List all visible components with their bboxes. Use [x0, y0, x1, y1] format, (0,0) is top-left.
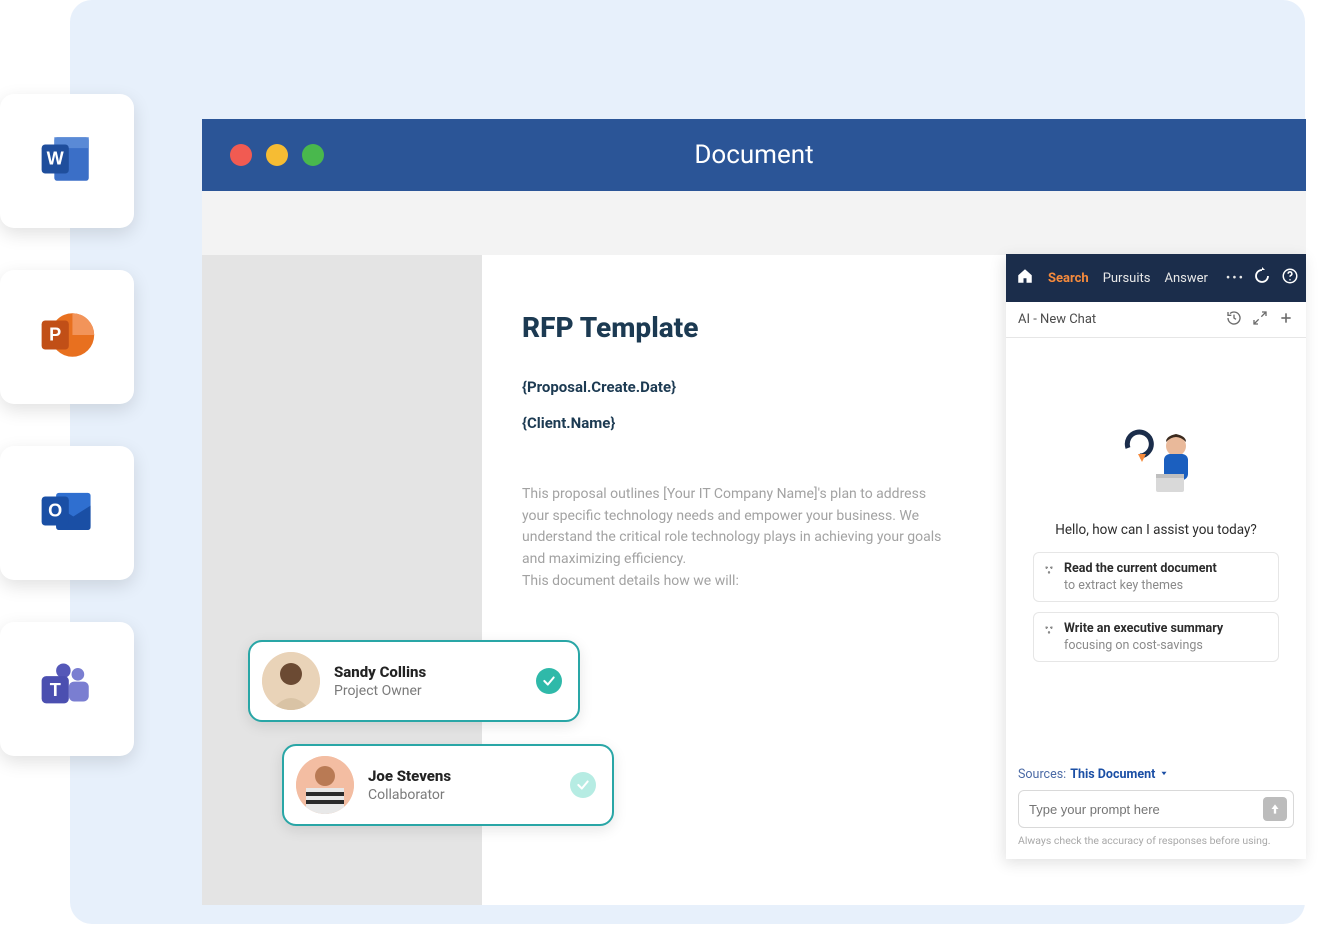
sources-label: Sources: — [1018, 767, 1066, 782]
teams-app-card[interactable]: T — [0, 622, 134, 756]
tab-answer[interactable]: Answer — [1164, 271, 1207, 286]
teams-icon: T — [38, 658, 96, 720]
prompt-input[interactable] — [1029, 802, 1263, 817]
ai-topbar: Search Pursuits Answer ••• — [1006, 254, 1306, 302]
check-icon — [536, 668, 562, 694]
check-icon — [570, 772, 596, 798]
collaborator-chip-collaborator[interactable]: Joe Stevens Collaborator — [282, 744, 614, 826]
word-icon: W — [38, 130, 96, 192]
collaborator-name: Sandy Collins — [334, 663, 522, 681]
help-icon[interactable] — [1281, 267, 1299, 289]
suggestion-sub: to extract key themes — [1064, 578, 1268, 593]
body-text: This proposal outlines [Your IT Company … — [522, 484, 942, 592]
ai-side-panel: Search Pursuits Answer ••• AI - New Chat — [1006, 254, 1306, 859]
refresh-icon[interactable] — [1253, 267, 1271, 289]
assistant-illustration — [1116, 428, 1196, 504]
tab-pursuits[interactable]: Pursuits — [1103, 271, 1151, 286]
window-title: Document — [202, 140, 1306, 170]
suggestion-read-document[interactable]: Read the current document to extract key… — [1033, 552, 1279, 602]
expand-icon[interactable] — [1252, 310, 1268, 330]
ai-disclaimer: Always check the accuracy of responses b… — [1018, 834, 1294, 847]
send-button[interactable] — [1263, 797, 1287, 821]
suggestion-title: Read the current document — [1064, 561, 1268, 576]
sources-value: This Document — [1070, 767, 1155, 782]
svg-text:P: P — [49, 324, 61, 344]
chevron-down-icon — [1159, 767, 1169, 782]
suggestion-exec-summary[interactable]: Write an executive summary focusing on c… — [1033, 612, 1279, 662]
template-field-date: {Proposal.Create.Date} — [522, 378, 942, 396]
app-launcher-stack: W P O T — [0, 94, 134, 756]
collaborator-chip-owner[interactable]: Sandy Collins Project Owner — [248, 640, 580, 722]
home-icon[interactable] — [1016, 267, 1034, 289]
powerpoint-app-card[interactable]: P — [0, 270, 134, 404]
collaborator-role: Project Owner — [334, 683, 522, 699]
outlook-icon: O — [38, 482, 96, 544]
sources-selector[interactable]: Sources: This Document — [1018, 767, 1294, 782]
svg-text:W: W — [47, 148, 65, 168]
ai-bottom: Sources: This Document Always check the … — [1006, 759, 1306, 859]
body-paragraph-1: This proposal outlines [Your IT Company … — [522, 484, 942, 571]
new-chat-icon[interactable] — [1278, 310, 1294, 330]
svg-text:T: T — [50, 680, 61, 700]
ribbon — [202, 191, 1306, 255]
word-app-card[interactable]: W — [0, 94, 134, 228]
page-title: RFP Template — [522, 311, 942, 344]
avatar — [296, 756, 354, 814]
ai-subheader: AI - New Chat — [1006, 302, 1306, 338]
suggestion-sub: focusing on cost-savings — [1064, 638, 1268, 653]
outlook-app-card[interactable]: O — [0, 446, 134, 580]
template-field-client: {Client.Name} — [522, 414, 942, 432]
tab-search[interactable]: Search — [1048, 271, 1089, 286]
prompt-input-row — [1018, 790, 1294, 828]
tab-more[interactable]: ••• — [1226, 271, 1245, 286]
ai-center: Hello, how can I assist you today? Read … — [1006, 338, 1306, 759]
suggestion-title: Write an executive summary — [1064, 621, 1268, 636]
titlebar: Document — [202, 119, 1306, 191]
body-paragraph-2: This document details how we will: — [522, 571, 942, 593]
history-icon[interactable] — [1226, 310, 1242, 330]
ai-greeting: Hello, how can I assist you today? — [1055, 522, 1257, 538]
collaborator-role: Collaborator — [368, 787, 556, 803]
ai-subheader-label: AI - New Chat — [1018, 312, 1096, 327]
svg-text:O: O — [48, 500, 62, 520]
collaborator-name: Joe Stevens — [368, 767, 556, 785]
avatar — [262, 652, 320, 710]
powerpoint-icon: P — [38, 306, 96, 368]
